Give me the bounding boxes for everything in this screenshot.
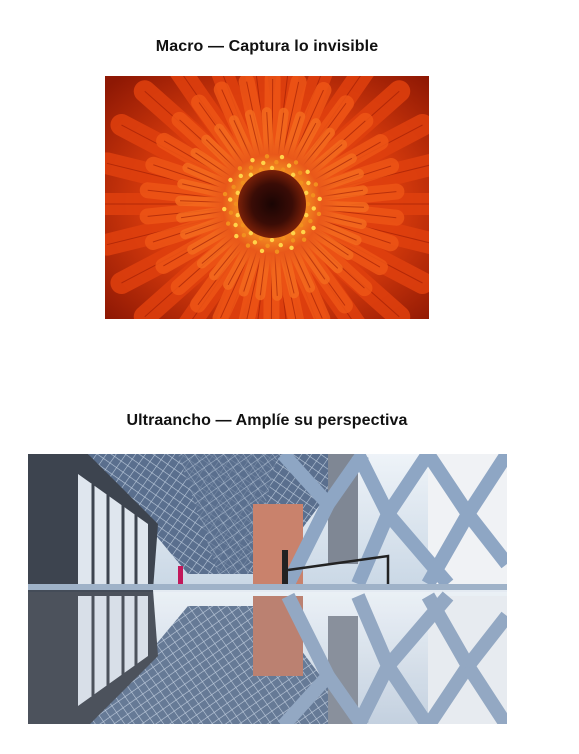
stamen — [301, 229, 306, 235]
stamen — [274, 160, 279, 165]
stamen — [308, 218, 313, 224]
stamen — [252, 240, 258, 245]
ultrawide-building-photo — [28, 454, 507, 724]
stamen — [293, 160, 299, 165]
stamen — [305, 169, 310, 175]
stamen — [269, 165, 275, 171]
stamen — [250, 157, 255, 163]
stamen — [286, 163, 292, 168]
stamen — [311, 206, 316, 211]
stamen — [310, 193, 316, 198]
stamen — [245, 243, 251, 248]
stamen — [280, 167, 286, 172]
stamen — [297, 170, 303, 175]
stamen — [269, 237, 275, 243]
stamen — [234, 233, 239, 239]
stamen — [316, 211, 322, 217]
stamen — [228, 197, 233, 202]
stamen — [317, 196, 322, 202]
stamen — [258, 167, 264, 172]
stamen — [274, 249, 280, 254]
ultrawide-caption: Ultraancho — Amplíe su perspectiva — [126, 412, 408, 429]
stamen — [235, 212, 240, 218]
stamen — [237, 166, 243, 171]
stamen — [301, 237, 307, 242]
stamen — [279, 154, 285, 160]
stamen — [306, 180, 311, 186]
stamen — [225, 221, 231, 226]
macro-caption: Macro — Captura lo invisible — [155, 38, 379, 55]
stamen — [238, 173, 243, 179]
stamen — [233, 201, 239, 207]
stamen — [289, 245, 294, 251]
stamen — [241, 233, 247, 238]
stamen — [261, 160, 266, 166]
stamen — [264, 154, 270, 159]
stamen — [228, 177, 233, 183]
stamen — [290, 238, 296, 243]
stamen — [222, 206, 227, 212]
stamen — [265, 243, 270, 248]
glass-building-image — [28, 454, 507, 724]
orange-flower-image — [105, 76, 429, 319]
stamen — [304, 190, 309, 196]
stamen — [259, 248, 265, 254]
stamen — [313, 182, 319, 187]
stamen — [233, 222, 238, 228]
stamen — [228, 210, 234, 215]
stamen — [304, 212, 309, 218]
stamen — [311, 225, 316, 231]
stamen — [278, 242, 283, 248]
stamen — [231, 184, 236, 190]
stamen — [235, 190, 240, 196]
stamen — [222, 191, 228, 197]
macro-flower-photo — [105, 76, 429, 319]
stamen — [305, 201, 311, 207]
stamen — [280, 236, 286, 241]
stamen — [258, 236, 264, 241]
stamen — [248, 165, 254, 170]
